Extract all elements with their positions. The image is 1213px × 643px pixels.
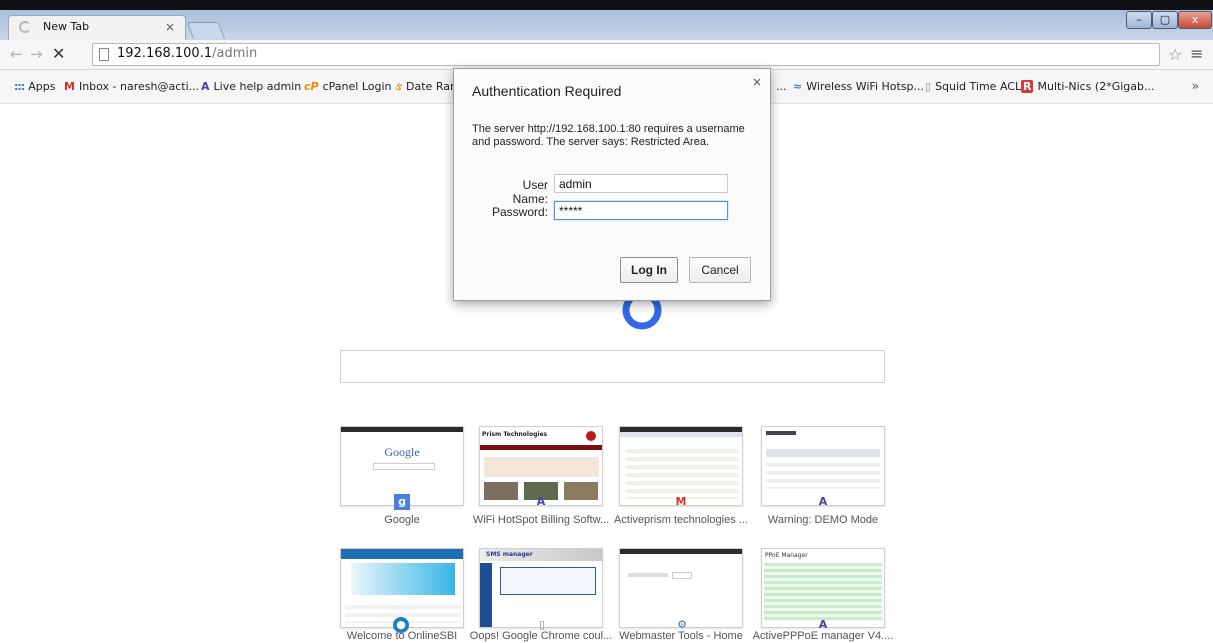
thumb-table bbox=[766, 459, 880, 489]
most-visited-tile-onlinesbi[interactable] bbox=[340, 548, 464, 628]
thumb-text bbox=[628, 573, 668, 577]
most-visited-label[interactable]: Oops! Google Chrome coul... bbox=[461, 630, 621, 642]
gmail-icon: M bbox=[64, 80, 75, 93]
bookmark-label: Inbox - naresh@acti... bbox=[78, 80, 200, 93]
thumb-searchbox bbox=[373, 463, 435, 470]
activeprism-icon: A bbox=[536, 495, 546, 508]
bookmark-star-icon[interactable]: ☆ bbox=[1168, 45, 1182, 64]
bookmark-overflow-dots: ... bbox=[776, 80, 787, 93]
thumb-google-logo: Google bbox=[384, 445, 420, 459]
google-search-input[interactable] bbox=[340, 350, 885, 383]
google-g-icon: g bbox=[394, 494, 410, 510]
url-host: 192.168.100.1 bbox=[117, 46, 213, 61]
gmail-icon: M bbox=[675, 495, 687, 508]
minimize-button[interactable]: – bbox=[1126, 11, 1152, 29]
bookmark-label: Apps bbox=[28, 80, 56, 93]
apps-icon: ::: bbox=[14, 80, 25, 93]
thumb-header bbox=[766, 449, 880, 457]
dialog-message: The server http://192.168.100.1:80 requi… bbox=[472, 123, 745, 148]
browser-toolbar: ← → ✕ 192.168.100.1/admin ☆ ≡ bbox=[0, 40, 1213, 70]
back-button-icon[interactable]: ← bbox=[10, 45, 23, 63]
thumb-toolbar bbox=[620, 432, 742, 437]
most-visited-label[interactable]: WiFi HotSpot Billing Softw... bbox=[461, 514, 621, 526]
thumb-photo bbox=[484, 482, 518, 500]
thumb-sidebar bbox=[480, 563, 492, 627]
cancel-button[interactable]: Cancel bbox=[689, 257, 751, 283]
date-icon: ઙ bbox=[395, 80, 403, 93]
bookmark-label: Squid Time ACL's bbox=[935, 80, 1030, 93]
bookmark-squid-acl[interactable]: ▯ Squid Time ACL's bbox=[925, 80, 1030, 93]
page-icon bbox=[99, 48, 109, 61]
thumb-panel bbox=[500, 567, 596, 595]
bookmark-label: Multi-Nics (2*Gigab... bbox=[1037, 80, 1155, 93]
maximize-button[interactable]: ▢ bbox=[1152, 11, 1178, 29]
multinics-icon: R bbox=[1021, 80, 1034, 93]
address-bar[interactable]: 192.168.100.1/admin bbox=[92, 43, 1160, 66]
tab-close-icon[interactable]: × bbox=[165, 20, 175, 34]
bookmark-inbox[interactable]: M Inbox - naresh@acti... bbox=[64, 80, 199, 93]
thumb-sms-title: SMS manager bbox=[486, 551, 533, 558]
doc-icon: ▯ bbox=[925, 80, 932, 93]
thumb-rose bbox=[586, 431, 596, 441]
log-in-button[interactable]: Log In bbox=[620, 257, 678, 283]
dialog-close-icon[interactable]: × bbox=[752, 75, 762, 89]
thumb-header bbox=[341, 549, 463, 559]
chrome-menu-icon[interactable]: ≡ bbox=[1190, 44, 1203, 63]
most-visited-label[interactable]: ActivePPPoE manager V4.... bbox=[743, 630, 903, 642]
bookmarks-more-icon[interactable]: » bbox=[1192, 79, 1199, 93]
auth-dialog: Authentication Required × The server htt… bbox=[453, 68, 771, 301]
tab-new-tab[interactable]: New Tab × bbox=[8, 15, 186, 40]
username-field[interactable] bbox=[554, 174, 728, 193]
window-titlebar: New Tab × – ▢ x bbox=[0, 0, 1213, 40]
thumb-chrome-bar bbox=[620, 549, 742, 554]
bookmark-cpanel[interactable]: cP cPanel Login bbox=[304, 80, 392, 93]
thumb-body bbox=[484, 457, 599, 477]
bookmark-multi-nics[interactable]: R Multi-Nics (2*Gigab... bbox=[1021, 80, 1154, 93]
forward-button-icon[interactable]: → bbox=[30, 45, 43, 63]
tab-title: New Tab bbox=[43, 20, 90, 33]
address-url[interactable]: 192.168.100.1/admin bbox=[117, 46, 257, 61]
new-tab-button[interactable] bbox=[186, 22, 226, 39]
most-visited-label[interactable]: Google bbox=[322, 514, 482, 526]
bookmark-label: Live help admin bbox=[213, 80, 302, 93]
thumb-photo bbox=[564, 482, 598, 500]
most-visited-label[interactable]: Warning: DEMO Mode bbox=[743, 514, 903, 526]
most-visited-tile-activepppoe[interactable]: PPoE Manager bbox=[761, 548, 885, 628]
thumb-logo bbox=[766, 431, 796, 435]
thumb-prism-title: Prism Technologies bbox=[482, 431, 548, 438]
thumb-chrome-bar bbox=[341, 427, 463, 432]
activeprism-icon: A bbox=[201, 80, 210, 93]
bookmark-label: Wireless WiFi Hotsp... bbox=[806, 80, 925, 93]
dialog-title: Authentication Required bbox=[472, 83, 622, 99]
bookmark-live-help[interactable]: A Live help admin bbox=[201, 80, 301, 93]
username-label: User Name: bbox=[512, 178, 548, 206]
loading-spinner-icon bbox=[19, 21, 31, 33]
password-field[interactable] bbox=[554, 201, 728, 220]
cpanel-icon: cP bbox=[304, 80, 319, 93]
password-label: Password: bbox=[491, 205, 548, 219]
bookmark-wireless-wifi[interactable]: ≈ Wireless WiFi Hotsp... bbox=[793, 80, 924, 93]
stop-loading-icon[interactable]: ✕ bbox=[52, 44, 65, 63]
bookmark-label: Date Rar bbox=[406, 80, 455, 93]
close-window-button[interactable]: x bbox=[1178, 11, 1212, 29]
thumb-mail-list bbox=[626, 445, 738, 499]
most-visited-label[interactable]: Welcome to OnlineSBI bbox=[322, 630, 482, 642]
wifi-icon: ≈ bbox=[793, 80, 803, 93]
bookmark-date[interactable]: ઙ Date Rar bbox=[395, 80, 454, 94]
bookmark-apps[interactable]: ::: Apps bbox=[14, 80, 55, 93]
most-visited-label[interactable]: Activeprism technologies ... bbox=[601, 514, 761, 526]
thumb-banner bbox=[351, 563, 455, 595]
activeprism-icon: A bbox=[818, 495, 828, 508]
most-visited-tile-webmaster-tools[interactable] bbox=[619, 548, 743, 628]
thumb-button bbox=[672, 572, 692, 579]
bookmark-label: cPanel Login bbox=[322, 80, 392, 93]
most-visited-label[interactable]: Webmaster Tools - Home bbox=[601, 630, 761, 642]
url-path: /admin bbox=[212, 46, 258, 61]
thumb-nav bbox=[480, 445, 602, 450]
most-visited-tile-chrome-error[interactable]: SMS manager bbox=[479, 548, 603, 628]
thumb-grid bbox=[764, 563, 882, 621]
thumb-pppoe-title: PPoE Manager bbox=[765, 552, 808, 559]
